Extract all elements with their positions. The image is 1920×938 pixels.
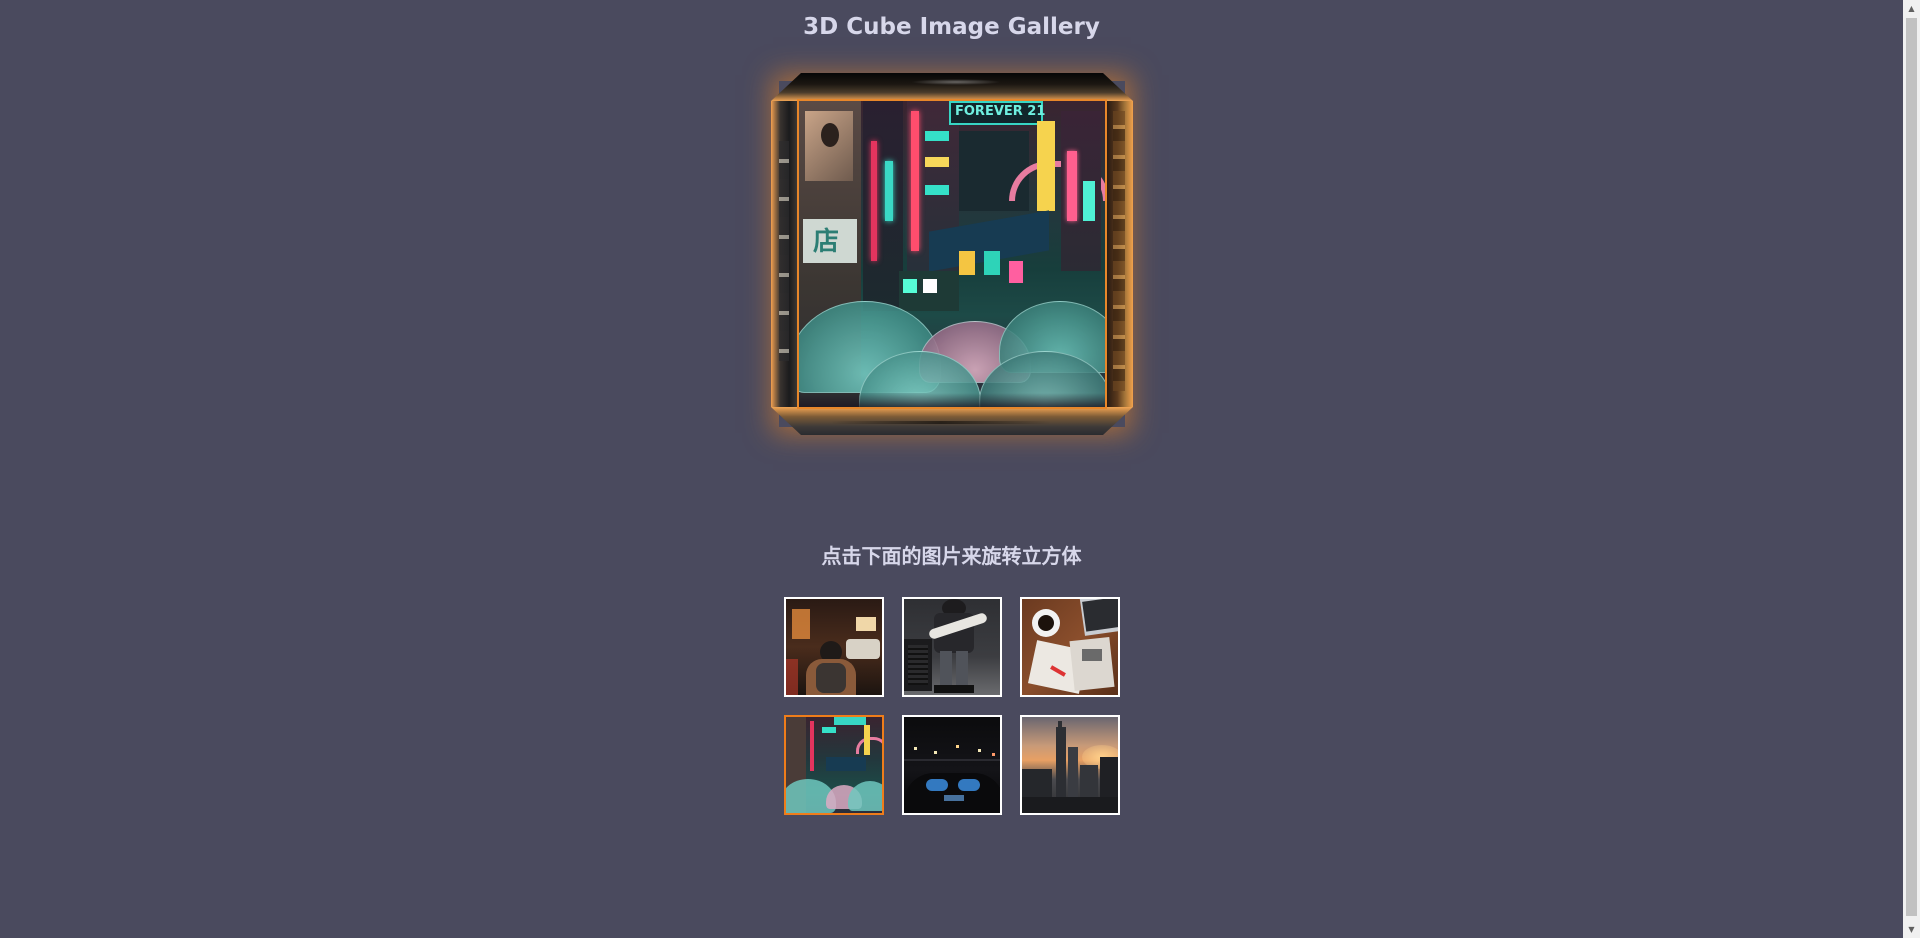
cube-face-right <box>1107 101 1133 407</box>
cube-face-bottom <box>771 407 1133 435</box>
thumbnail-desk-coffee-laptop[interactable] <box>1020 597 1120 697</box>
page-title: 3D Cube Image Gallery <box>803 14 1100 40</box>
cube-face-left <box>771 101 797 407</box>
image-cube: 店 FOREVER 21 <box>771 73 1133 435</box>
thumbnail-city-skyline-sunset[interactable] <box>1020 715 1120 815</box>
thumbnail-car-dashboard-night[interactable] <box>902 715 1002 815</box>
gallery-page: 3D Cube Image Gallery 店 FOREVER 21 点击下面的… <box>0 0 1920 938</box>
cube-face-front: 店 FOREVER 21 <box>797 99 1107 409</box>
thumbnail-guitar-player[interactable] <box>902 597 1002 697</box>
store-sign-text: 店 <box>813 227 840 257</box>
scroll-down-arrow-icon[interactable]: ▼ <box>1903 921 1920 938</box>
thumbnail-street-night-walker[interactable] <box>784 597 884 697</box>
scrollbar-thumb[interactable] <box>1906 18 1917 916</box>
rotate-instruction: 点击下面的图片来旋转立方体 <box>821 544 1082 568</box>
scroll-up-arrow-icon[interactable]: ▲ <box>1903 0 1920 17</box>
forever21-sign-text: FOREVER 21 <box>955 104 1046 119</box>
thumbnail-grid <box>784 597 1120 815</box>
cube-face-top <box>771 73 1133 101</box>
vertical-scrollbar[interactable]: ▲ ▼ <box>1903 0 1920 938</box>
thumbnail-neon-street-umbrellas[interactable] <box>784 715 884 815</box>
